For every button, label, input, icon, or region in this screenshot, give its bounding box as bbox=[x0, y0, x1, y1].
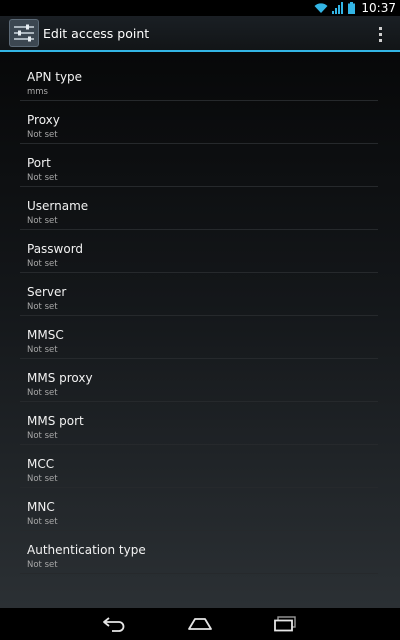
navigation-bar bbox=[0, 608, 400, 640]
preference-list: APN type mms Proxy Not set Port Not set … bbox=[20, 58, 378, 574]
battery-icon bbox=[348, 2, 356, 14]
pref-item-username[interactable]: Username Not set bbox=[20, 187, 378, 230]
pref-item-password[interactable]: Password Not set bbox=[20, 230, 378, 273]
back-button[interactable] bbox=[85, 608, 145, 640]
pref-item-mms-proxy[interactable]: MMS proxy Not set bbox=[20, 359, 378, 402]
pref-summary: Not set bbox=[27, 517, 58, 527]
pref-item-apn-type[interactable]: APN type mms bbox=[20, 58, 378, 101]
recent-apps-icon bbox=[274, 616, 296, 632]
page-title: Edit access point bbox=[43, 26, 150, 41]
settings-sliders-icon[interactable] bbox=[9, 19, 39, 47]
pref-title: Password bbox=[27, 242, 84, 256]
pref-title: MMS port bbox=[27, 414, 84, 428]
pref-item-mnc[interactable]: MNC Not set bbox=[20, 488, 378, 531]
back-icon bbox=[103, 617, 125, 632]
pref-summary: Not set bbox=[27, 474, 58, 484]
pref-summary: Not set bbox=[27, 216, 58, 226]
pref-summary: Not set bbox=[27, 302, 58, 312]
signal-icon bbox=[332, 2, 344, 14]
pref-summary: Not set bbox=[27, 431, 58, 441]
pref-title: Proxy bbox=[27, 113, 60, 127]
pref-title: Port bbox=[27, 156, 51, 170]
pref-item-mmsc[interactable]: MMSC Not set bbox=[20, 316, 378, 359]
status-icons: 10:37 bbox=[314, 0, 396, 16]
pref-summary: Not set bbox=[27, 130, 58, 140]
pref-title: MMS proxy bbox=[27, 371, 93, 385]
pref-title: Authentication type bbox=[27, 543, 146, 557]
pref-item-authentication-type[interactable]: Authentication type Not set bbox=[20, 531, 378, 574]
pref-title: Username bbox=[27, 199, 89, 213]
pref-title: Server bbox=[27, 285, 67, 299]
pref-item-port[interactable]: Port Not set bbox=[20, 144, 378, 187]
pref-title: APN type bbox=[27, 70, 83, 84]
pref-title: MCC bbox=[27, 457, 55, 471]
status-bar: 10:37 bbox=[0, 0, 400, 16]
pref-item-mcc[interactable]: MCC Not set bbox=[20, 445, 378, 488]
pref-title: MNC bbox=[27, 500, 55, 514]
pref-title: MMSC bbox=[27, 328, 64, 342]
overflow-menu-icon[interactable] bbox=[370, 22, 390, 46]
status-clock: 10:37 bbox=[361, 1, 396, 15]
pref-summary: Not set bbox=[27, 173, 58, 183]
pref-item-proxy[interactable]: Proxy Not set bbox=[20, 101, 378, 144]
pref-summary: Not set bbox=[27, 259, 58, 269]
recent-apps-button[interactable] bbox=[255, 608, 315, 640]
wifi-icon bbox=[314, 3, 328, 13]
pref-summary: Not set bbox=[27, 388, 58, 398]
pref-summary: mms bbox=[27, 87, 48, 97]
pref-item-mms-port[interactable]: MMS port Not set bbox=[20, 402, 378, 445]
pref-summary: Not set bbox=[27, 345, 58, 355]
action-bar: Edit access point bbox=[0, 16, 400, 52]
pref-summary: Not set bbox=[27, 560, 58, 570]
home-button[interactable] bbox=[170, 608, 230, 640]
home-icon bbox=[188, 618, 212, 630]
preference-list-container[interactable]: APN type mms Proxy Not set Port Not set … bbox=[0, 52, 400, 608]
pref-item-server[interactable]: Server Not set bbox=[20, 273, 378, 316]
